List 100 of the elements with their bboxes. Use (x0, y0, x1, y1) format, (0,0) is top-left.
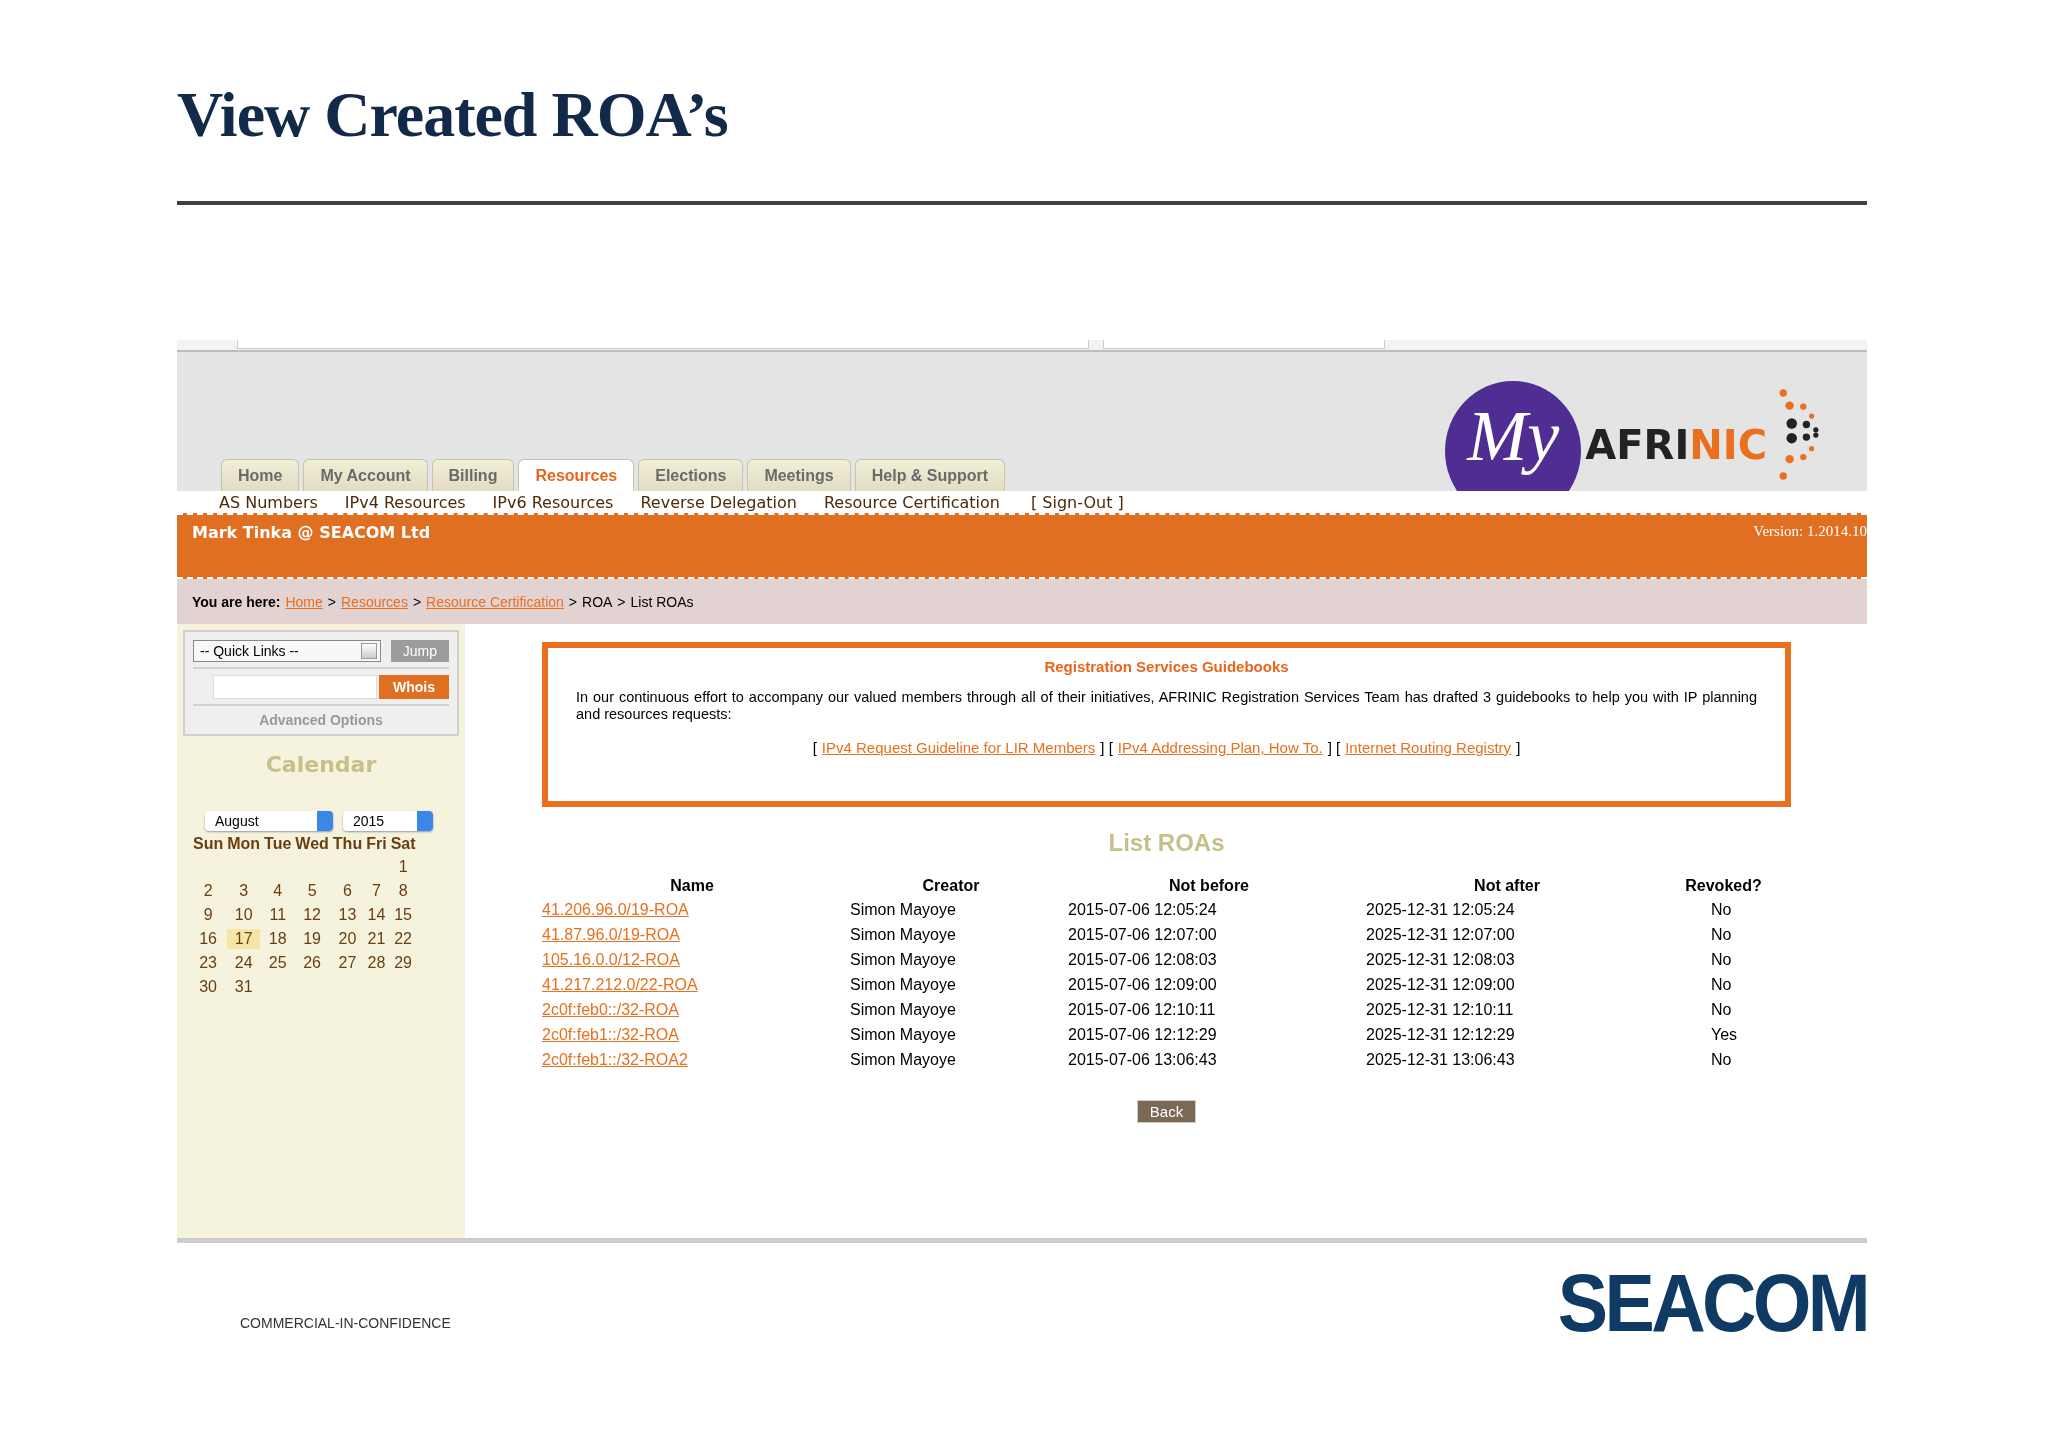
calendar-day[interactable]: 4 (264, 881, 292, 901)
list-title: List ROAs (1107, 829, 1226, 857)
whois-field[interactable] (213, 675, 377, 699)
nav-tab[interactable]: Home (221, 459, 300, 491)
breadcrumb-separator: > (617, 593, 626, 610)
table-cell: 2015-07-06 12:05:24 (1068, 900, 1217, 918)
breadcrumb-separator: > (568, 593, 577, 610)
breadcrumb-separator: > (327, 593, 336, 610)
calendar-day[interactable]: 10 (227, 905, 261, 925)
table-cell: 2015-07-06 12:09:00 (1068, 975, 1217, 993)
calendar-day[interactable]: 24 (227, 953, 261, 973)
submenu-link[interactable]: IPv6 Resources (492, 492, 614, 512)
breadcrumb-item: List ROAs (630, 593, 694, 610)
logo-emblem: My (1445, 381, 1582, 491)
calendar-day[interactable]: 21 (366, 929, 387, 949)
nav-tab[interactable]: Meetings (747, 459, 851, 491)
calendar-day[interactable]: 1 (390, 857, 416, 877)
calendar-day[interactable]: 28 (366, 953, 387, 973)
bracket-text: ] [ (1327, 739, 1341, 756)
year-select[interactable]: 2015 (343, 811, 433, 831)
table-cell: 2015-07-06 12:12:29 (1068, 1025, 1217, 1043)
calendar-title: Calendar (264, 752, 378, 777)
calendar-day[interactable]: 23 (193, 953, 224, 973)
calendar-day[interactable]: 20 (332, 929, 363, 949)
table-cell: Simon Mayoye (850, 950, 956, 968)
submenu-link[interactable]: [ Sign-Out ] (1031, 492, 1124, 512)
calendar-day[interactable]: 14 (366, 905, 387, 925)
calendar-day[interactable]: 15 (390, 905, 416, 925)
table-cell: Simon Mayoye (850, 975, 956, 993)
calendar-day[interactable]: 12 (295, 905, 329, 925)
calendar-day[interactable]: 27 (332, 953, 363, 973)
calendar-day[interactable]: 5 (295, 881, 329, 901)
table-cell: 2025-12-31 12:09:00 (1366, 975, 1515, 993)
weekday-label: Tue (264, 835, 292, 853)
calendar-day[interactable]: 17 (227, 929, 261, 949)
month-select[interactable]: August (205, 811, 333, 831)
calendar-day[interactable]: 19 (295, 929, 329, 949)
weekday-label: Mon (227, 835, 261, 853)
table-cell: 2015-07-06 13:06:43 (1068, 1050, 1217, 1068)
calendar-day[interactable]: 29 (390, 953, 416, 973)
column-header: Not after (1474, 877, 1540, 894)
weekday-label: Wed (295, 835, 329, 853)
calendar-day[interactable]: 30 (193, 977, 224, 997)
table-cell: No (1711, 925, 1732, 943)
calendar-day[interactable]: 26 (295, 953, 329, 973)
table-cell: Simon Mayoye (850, 1050, 956, 1068)
table-cell: No (1711, 1000, 1732, 1018)
calendar-day[interactable]: 13 (332, 905, 363, 925)
table-cell: Simon Mayoye (850, 925, 956, 943)
breadcrumb-label: You are here: (192, 593, 281, 610)
table-cell: 2025-12-31 12:07:00 (1366, 925, 1515, 943)
weekday-label: Fri (366, 835, 387, 853)
calendar-day[interactable]: 8 (390, 881, 416, 901)
quick-links-select[interactable]: -- Quick Links -- (193, 640, 381, 662)
calendar-day[interactable]: 11 (264, 905, 292, 925)
calendar-day[interactable]: 7 (366, 881, 387, 901)
version-text: Version: 1.2014.10 (1753, 523, 1867, 540)
table-cell: Simon Mayoye (850, 1000, 956, 1018)
table-cell: 2025-12-31 12:08:03 (1366, 950, 1515, 968)
panel-title: Registration Services Guidebooks (1043, 658, 1290, 675)
weekday-label: Thu (332, 835, 363, 853)
column-header: Not before (1169, 877, 1249, 894)
table-cell: 2025-12-31 12:12:29 (1366, 1025, 1515, 1043)
nav-tab[interactable]: My Account (303, 459, 428, 491)
nav-tab[interactable]: Elections (638, 459, 744, 491)
calendar-day[interactable]: 16 (193, 929, 224, 949)
table-cell: Yes (1711, 1025, 1738, 1043)
table-cell: No (1711, 1050, 1732, 1068)
calendar-day[interactable]: 3 (227, 881, 261, 901)
table-cell: 2025-12-31 13:06:43 (1366, 1050, 1515, 1068)
table-cell: 2015-07-06 12:10:11 (1068, 1000, 1216, 1018)
table-cell: 2025-12-31 12:10:11 (1366, 1000, 1514, 1018)
submenu-link[interactable]: IPv4 Resources (344, 492, 466, 512)
calendar-day[interactable]: 31 (227, 977, 261, 997)
back-button[interactable]: Back (1136, 1100, 1197, 1123)
submenu-link[interactable]: AS Numbers (219, 492, 318, 512)
weekday-label: Sun (193, 835, 224, 853)
column-header: Creator (922, 877, 980, 894)
nav-tab[interactable]: Billing (431, 459, 515, 491)
submenu-link[interactable]: Resource Certification (823, 492, 1000, 512)
calendar-day[interactable]: 22 (390, 929, 416, 949)
nav-tab[interactable]: Help & Support (854, 459, 1006, 491)
table-cell: Simon Mayoye (850, 1025, 956, 1043)
company-logo: SEACOM (1557, 1263, 1867, 1343)
breadcrumb-item: ROA (582, 593, 613, 610)
calendar-day[interactable]: 18 (264, 929, 292, 949)
breadcrumb-separator: > (412, 593, 422, 610)
panel-text: In our continuous effort to accompany our valued members through all of their initiatives, AFRINIC Registration Services Team has drafted 3 guidebooks to help you with IP planning and resources requests: (576, 689, 1757, 723)
table-cell: No (1711, 950, 1732, 968)
table-cell: 2025-12-31 12:05:24 (1366, 900, 1515, 918)
column-header: Name (670, 877, 714, 894)
submenu-link[interactable]: Reverse Delegation (640, 492, 797, 512)
user-name: Mark Tinka @ SEACOM Ltd (192, 523, 431, 542)
calendar-day[interactable]: 2 (193, 881, 224, 901)
bracket-text: [ (812, 739, 817, 756)
calendar-day[interactable]: 9 (193, 905, 224, 925)
calendar-day[interactable]: 25 (264, 953, 292, 973)
calendar-day[interactable]: 6 (332, 881, 363, 901)
slide-title: View Created ROA’s (177, 78, 729, 152)
confidentiality-note: COMMERCIAL-IN-CONFIDENCE (240, 1315, 451, 1331)
